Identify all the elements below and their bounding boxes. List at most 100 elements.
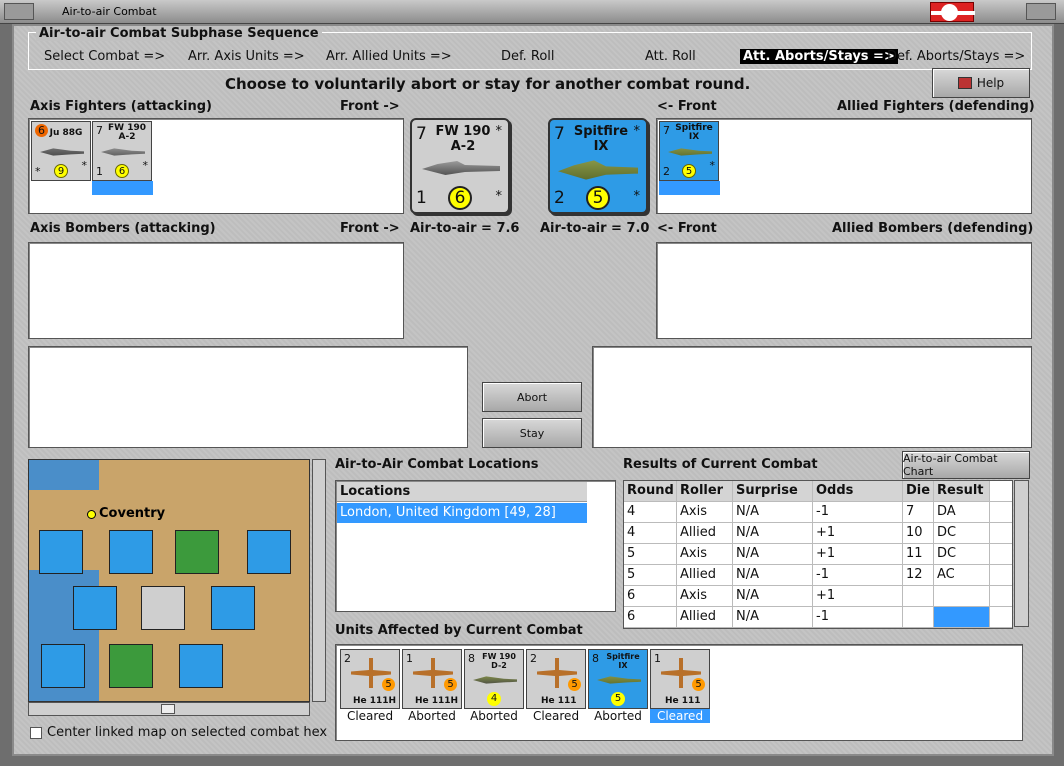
map-counter[interactable] — [109, 644, 153, 688]
big-counter-name: Spitfire IX — [573, 124, 629, 154]
allied-info-panel — [592, 346, 1032, 448]
cell-odds: -1 — [813, 607, 903, 627]
map-counter[interactable] — [211, 586, 255, 630]
counter-name: Ju 88G — [49, 128, 83, 138]
cell-surprise: N/A — [733, 586, 813, 606]
center-map-label: Center linked map on selected combat hex — [47, 725, 328, 740]
map-horizontal-scrollbar[interactable] — [28, 702, 310, 716]
affected-unit-6[interactable]: 1 He 111 5 — [650, 649, 710, 709]
table-row[interactable]: 6 Allied N/A -1 — [624, 607, 1012, 628]
help-button[interactable]: Help — [932, 68, 1030, 98]
map-counter[interactable] — [39, 530, 83, 574]
big-counter-top: 7 — [554, 124, 565, 144]
cell-die — [903, 586, 934, 606]
big-counter-top: 7 — [416, 124, 427, 144]
cell-die: 12 — [903, 565, 934, 585]
plane-silhouette-icon — [40, 148, 84, 156]
unit-die: 5 — [611, 692, 625, 706]
affected-unit-5[interactable]: 8 Spitfire IX 5 — [588, 649, 648, 709]
map-counter[interactable] — [175, 530, 219, 574]
location-item-selected[interactable]: London, United Kingdom [49, 28] — [337, 503, 587, 523]
unit-name: He 111 — [665, 696, 701, 706]
affected-unit-4[interactable]: 2 He 111 5 — [526, 649, 586, 709]
map-counter[interactable] — [179, 644, 223, 688]
affected-unit-1[interactable]: 2 He 111H 5 — [340, 649, 400, 709]
affected-unit-2[interactable]: 1 He 111H 5 — [402, 649, 462, 709]
cell-surprise: N/A — [733, 523, 813, 543]
air-to-air-chart-button[interactable]: Air-to-air Combat Chart — [902, 451, 1030, 479]
unit-top: 2 — [530, 652, 537, 665]
center-map-checkbox[interactable] — [30, 727, 42, 739]
stay-button[interactable]: Stay — [482, 418, 582, 448]
step-att-roll: Att. Roll — [645, 49, 696, 64]
table-row[interactable]: 4 Axis N/A -1 7 DA — [624, 502, 1012, 523]
map-counter[interactable] — [141, 586, 185, 630]
results-section-title: Results of Current Combat — [623, 457, 818, 472]
counter-bottom-right: * — [142, 159, 149, 172]
locations-list[interactable]: Locations London, United Kingdom [49, 28… — [335, 480, 616, 612]
table-row[interactable]: 4 Allied N/A +1 10 DC — [624, 523, 1012, 544]
unit-die: 5 — [568, 678, 581, 691]
phase-title: Air-to-air Combat Subphase Sequence — [36, 26, 322, 41]
mini-map[interactable]: Coventry — [28, 459, 310, 702]
unit-status: Cleared — [532, 709, 580, 723]
unit-name: He 111H — [415, 696, 459, 706]
table-row[interactable]: 5 Axis N/A +1 11 DC — [624, 544, 1012, 565]
counter-bottom-left: 1 — [96, 165, 103, 178]
col-odds: Odds — [813, 481, 903, 501]
step-arr-allied: Arr. Allied Units => — [326, 49, 452, 64]
axis-bombers-panel[interactable] — [28, 242, 404, 339]
cell-surprise: N/A — [733, 607, 813, 627]
map-counter[interactable] — [247, 530, 291, 574]
big-counter-name: FW 190 A-2 — [435, 124, 491, 154]
affected-unit-3[interactable]: 8 FW 190 D-2 4 — [464, 649, 524, 709]
col-die: Die — [903, 481, 934, 501]
cell-roller: Axis — [677, 586, 733, 606]
axis-counter-ju88g[interactable]: 6 Ju 88G * * 9 — [31, 121, 91, 181]
big-counter-bottom: 2 — [554, 188, 565, 208]
counter-die: 5 — [682, 164, 696, 178]
unit-status: Aborted — [408, 709, 456, 723]
plane-silhouette-icon — [101, 148, 145, 156]
cell-odds: +1 — [813, 586, 903, 606]
step-def-roll: Def. Roll — [501, 49, 555, 64]
cell-roller: Allied — [677, 565, 733, 585]
axis-counter-fw190[interactable]: 7 FW 190 A-2 1 * 6 — [92, 121, 152, 181]
allied-bombers-panel[interactable] — [656, 242, 1032, 339]
table-row[interactable]: 5 Allied N/A -1 12 AC — [624, 565, 1012, 586]
axis-info-panel — [28, 346, 468, 448]
cell-die: 10 — [903, 523, 934, 543]
big-counter-die: 5 — [586, 186, 610, 210]
unit-name: Spitfire IX — [606, 652, 640, 670]
big-counter-star: * — [633, 124, 641, 139]
axis-fighters-panel[interactable]: 6 Ju 88G * * 9 7 FW 190 A-2 1 * 6 — [28, 118, 404, 214]
cell-roller: Axis — [677, 544, 733, 564]
map-vertical-scrollbar[interactable] — [312, 459, 326, 702]
city-marker-icon — [87, 510, 96, 519]
system-menu-button[interactable] — [4, 3, 34, 20]
window-title: Air-to-air Combat — [62, 5, 157, 18]
table-row[interactable]: 6 Axis N/A +1 — [624, 586, 1012, 607]
map-scroll-thumb[interactable] — [161, 704, 175, 714]
cell-result: DC — [934, 523, 990, 543]
plane-silhouette-icon — [558, 160, 638, 180]
affected-section-title: Units Affected by Current Combat — [335, 623, 583, 638]
cell-surprise: N/A — [733, 565, 813, 585]
allied-fighters-panel[interactable]: 7 Spitfire IX 2 * 5 — [656, 118, 1032, 214]
unit-top: 1 — [406, 652, 413, 665]
results-scrollbar[interactable] — [1014, 480, 1029, 627]
counter-top-left: 7 — [663, 124, 670, 137]
cell-die: 7 — [903, 502, 934, 522]
close-button[interactable] — [1026, 3, 1056, 20]
allied-fighters-front: <- Front — [657, 99, 717, 114]
cell-roller: Allied — [677, 523, 733, 543]
map-counter[interactable] — [73, 586, 117, 630]
map-counter[interactable] — [109, 530, 153, 574]
unit-name: FW 190 D-2 — [482, 652, 516, 670]
results-table: Round Roller Surprise Odds Die Result 4A… — [623, 480, 1013, 629]
abort-button[interactable]: Abort — [482, 382, 582, 412]
title-bar: Air-to-air Combat — [0, 0, 1064, 24]
map-counter[interactable] — [41, 644, 85, 688]
step-def-aborts: Def. Aborts/Stays => — [887, 49, 1026, 64]
allied-counter-spitfire[interactable]: 7 Spitfire IX 2 * 5 — [659, 121, 719, 181]
